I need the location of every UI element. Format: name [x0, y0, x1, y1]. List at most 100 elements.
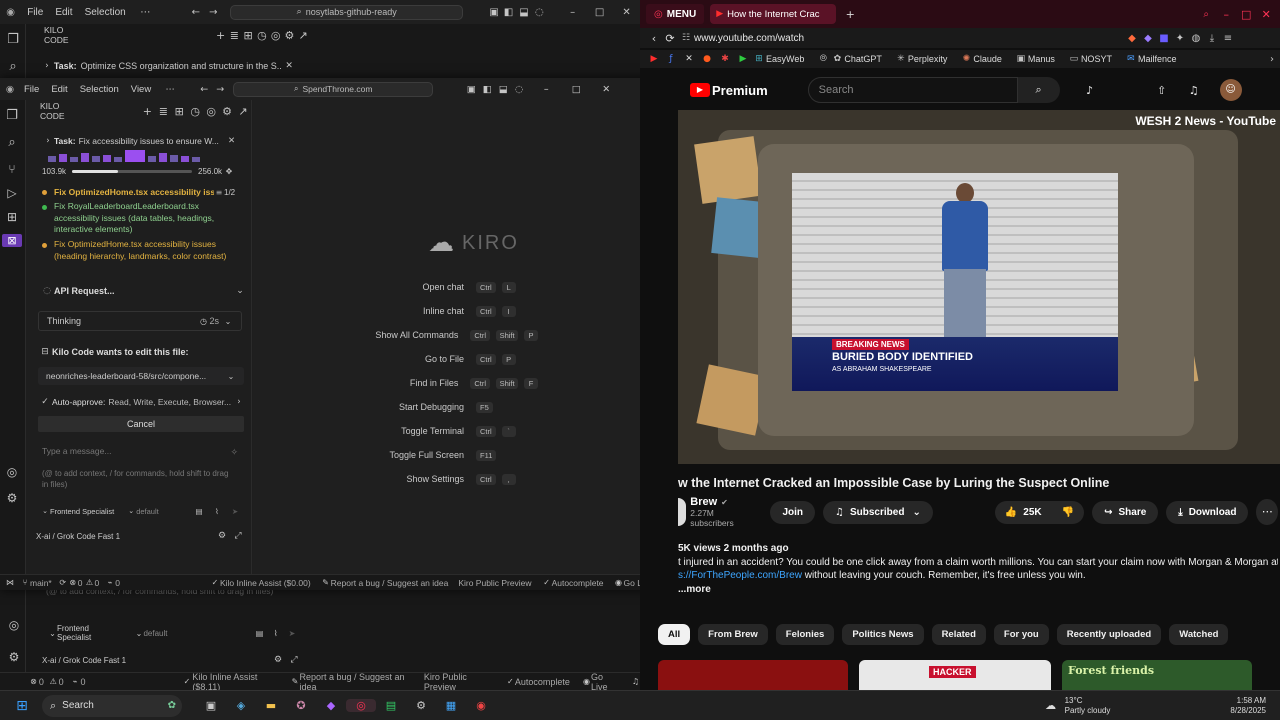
description-link[interactable]: s://ForThePeople.com/Brew: [678, 570, 802, 581]
minimize-icon[interactable]: –: [1216, 8, 1236, 21]
clock-icon[interactable]: ◷: [187, 105, 203, 118]
send-icon[interactable]: ➤: [284, 629, 300, 638]
manage-gear-icon[interactable]: ⚙: [6, 650, 22, 664]
marketplace-icon[interactable]: ⊞: [171, 105, 187, 118]
popout-icon[interactable]: ↗: [235, 105, 251, 118]
new-tab-icon[interactable]: +: [840, 8, 860, 21]
todo-current[interactable]: Fix OptimizedHome.tsx accessibility iss.…: [42, 185, 251, 199]
app-icon[interactable]: ▤: [376, 699, 406, 712]
weather[interactable]: 13°C Partly cloudy: [1065, 696, 1111, 716]
autocomplete[interactable]: Autocomplete: [515, 677, 570, 687]
bookmark-claude[interactable]: Claude: [973, 54, 1002, 64]
search-icon[interactable]: ⌕: [1017, 77, 1060, 103]
bookmark-icon[interactable]: ⊞: [752, 54, 766, 64]
play-icon[interactable]: ▶: [734, 54, 752, 64]
extensions-puzzle-icon[interactable]: ✦: [1172, 33, 1188, 44]
tab-active[interactable]: ▶ How the Internet Crac: [710, 4, 837, 24]
upload-icon[interactable]: ⇧: [1152, 84, 1172, 97]
report-bug[interactable]: Report a bug / Suggest an idea: [299, 672, 411, 692]
x-icon[interactable]: ✕: [680, 54, 698, 64]
shortcut-row[interactable]: Inline chat Ctrl I: [324, 299, 544, 323]
source-control-icon[interactable]: ⑂: [0, 162, 24, 176]
channel-name[interactable]: Brew: [690, 496, 717, 508]
chrome-icon[interactable]: ◉: [466, 699, 496, 712]
file-explorer-icon[interactable]: ▬: [256, 699, 286, 712]
youtube-bookmark-icon[interactable]: ▶: [646, 54, 662, 64]
warning-count[interactable]: 0: [59, 677, 64, 687]
more-icon[interactable]: ⋯: [163, 84, 177, 95]
shortcut-row[interactable]: Show Settings Ctrl,: [324, 467, 544, 491]
mode-select[interactable]: Frontend Specialist: [50, 507, 114, 516]
shortcut-row[interactable]: Open chat Ctrl L: [324, 275, 544, 299]
profile-select[interactable]: default: [136, 507, 190, 516]
send-icon[interactable]: ➤: [226, 507, 244, 516]
maximize-icon[interactable]: □: [561, 84, 591, 95]
task-header[interactable]: › Task: Optimize CSS organization and st…: [40, 58, 296, 74]
download-icon[interactable]: ⤓: [1204, 33, 1220, 44]
thumbnail-2[interactable]: HACKER: [859, 660, 1051, 690]
sidebar-toggle-icon[interactable]: ◧: [479, 84, 495, 95]
chip-all[interactable]: All: [658, 624, 691, 645]
app-icon[interactable]: ✪: [286, 699, 316, 712]
chip-from-brew[interactable]: From Brew: [698, 624, 768, 645]
like-button[interactable]: 👍 25K: [994, 500, 1052, 524]
kiro-preview[interactable]: Kiro Public Preview: [458, 578, 531, 588]
robot-icon[interactable]: ⚙: [270, 655, 286, 665]
condense-icon[interactable]: ✥: [222, 167, 236, 176]
go-live[interactable]: Go Live: [591, 672, 619, 692]
sidebar-toggle-icon[interactable]: ◧: [501, 7, 516, 18]
menu-selection[interactable]: Selection: [80, 84, 119, 95]
windows-start-icon[interactable]: ⊞: [12, 698, 32, 714]
close-task-icon[interactable]: ✕: [225, 136, 239, 146]
bookmark-perplexity[interactable]: Perplexity: [908, 54, 948, 64]
forward-arrow-icon[interactable]: →: [213, 84, 227, 95]
sync-icon[interactable]: ⟳: [58, 578, 68, 587]
expand-icon[interactable]: ⤢: [230, 531, 246, 541]
taskbar-search[interactable]: ⌕ Search ✿: [42, 694, 182, 717]
extensions-icon[interactable]: ⊞: [0, 210, 24, 224]
bookmark-chatgpt[interactable]: ChatGPT: [844, 54, 882, 64]
shortcut-row[interactable]: Start Debugging F5: [324, 395, 544, 419]
chat-icon[interactable]: ◌: [532, 7, 547, 18]
tab-search-icon[interactable]: ⌕: [1196, 9, 1216, 20]
bookmark-mailfence[interactable]: Mailfence: [1138, 54, 1177, 64]
opera-taskbar-icon[interactable]: ◎: [346, 699, 376, 712]
url-field[interactable]: www.youtube.com/watch: [694, 33, 1124, 44]
robot-icon[interactable]: ⚙: [214, 531, 230, 541]
search-icon[interactable]: ⌕: [0, 59, 26, 74]
channel-avatar[interactable]: [678, 498, 687, 526]
api-request-row[interactable]: ◌ API Request... ⌄: [40, 284, 246, 298]
join-button[interactable]: Join: [770, 500, 815, 524]
microphone-icon[interactable]: ♪: [1080, 84, 1100, 97]
chip-politics-news[interactable]: Politics News: [842, 624, 924, 645]
download-button[interactable]: ⤓ Download: [1166, 500, 1249, 524]
plus-icon[interactable]: +: [214, 29, 228, 42]
back-arrow-icon[interactable]: ←: [189, 7, 202, 18]
extension-icon[interactable]: ■: [1156, 33, 1172, 44]
extension-icon[interactable]: ◆: [1124, 33, 1140, 44]
panel-toggle-icon[interactable]: ⬓: [516, 7, 531, 18]
clock[interactable]: 1:58 AM 8/28/2025: [1230, 696, 1266, 716]
account-icon[interactable]: ◎: [203, 105, 219, 118]
app-icon[interactable]: ◆: [316, 699, 346, 712]
ports-count[interactable]: 0: [115, 578, 120, 588]
history-icon[interactable]: ≣: [155, 105, 171, 118]
bookmark-icon[interactable]: ⦾: [816, 54, 830, 64]
error-count[interactable]: 0: [39, 677, 44, 687]
debug-icon[interactable]: ▷: [0, 186, 24, 200]
marketplace-icon[interactable]: ⊞: [241, 29, 255, 42]
profile-select[interactable]: default: [143, 629, 167, 638]
menu-file[interactable]: File: [24, 84, 39, 95]
settings-icon[interactable]: ⚙: [283, 29, 297, 42]
cancel-button[interactable]: Cancel: [38, 416, 244, 432]
shortcut-row[interactable]: Find in Files Ctrl Shift F: [324, 371, 544, 395]
more-icon[interactable]: ⋯: [138, 7, 153, 18]
attach-icon[interactable]: ⌇: [268, 629, 284, 638]
close-icon[interactable]: ✕: [613, 7, 640, 18]
layout-icon[interactable]: ▣: [487, 7, 500, 18]
expand-icon[interactable]: ⤢: [286, 655, 302, 665]
kilo-inline-assist[interactable]: Kilo Inline Assist ($0.00): [220, 578, 311, 588]
panel-toggle-icon[interactable]: ⬓: [495, 84, 511, 95]
layout-icon[interactable]: ▣: [463, 84, 479, 95]
chat-input[interactable]: Type a message... ✧ (@ to add context, /…: [38, 440, 244, 494]
